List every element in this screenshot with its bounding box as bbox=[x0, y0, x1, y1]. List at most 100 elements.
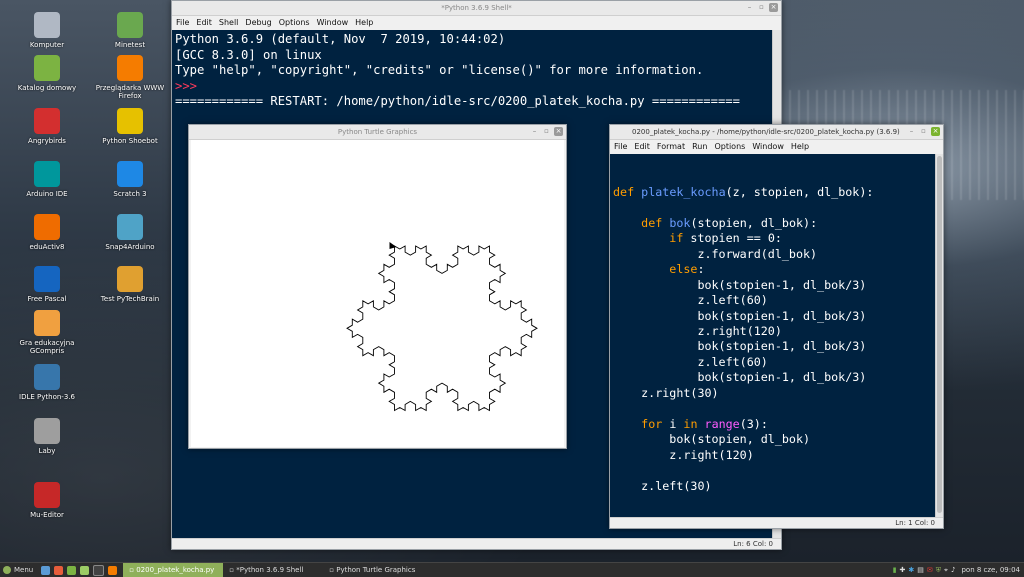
minimize-icon[interactable]: – bbox=[745, 3, 754, 12]
desktop-icon-label: Gra edukacyjna GCompris bbox=[19, 339, 75, 355]
menu-format[interactable]: Format bbox=[657, 140, 685, 154]
firefox-icon bbox=[117, 55, 143, 81]
desktop-icon-laby[interactable]: Laby bbox=[5, 418, 89, 455]
browser-launcher-icon[interactable] bbox=[54, 565, 64, 575]
menu-file[interactable]: File bbox=[176, 16, 189, 30]
printer-icon[interactable]: ▤ bbox=[917, 566, 924, 574]
shell-line-2: [GCC 8.3.0] on linux bbox=[175, 47, 322, 62]
task-button[interactable]: ▫ Python Turtle Graphics bbox=[323, 563, 423, 577]
desktop-icon-scratch[interactable]: Scratch 3 bbox=[88, 161, 172, 198]
files-launcher-icon[interactable] bbox=[41, 565, 51, 575]
close-icon[interactable]: × bbox=[769, 3, 778, 12]
turtle-canvas[interactable] bbox=[191, 140, 564, 447]
shell-line-1: Python 3.6.9 (default, Nov 7 2019, 10:44… bbox=[175, 32, 506, 46]
desktop-icon-snap4arduino[interactable]: Snap4Arduino bbox=[88, 214, 172, 251]
editor-title: 0200_platek_kocha.py - /home/python/idle… bbox=[632, 128, 900, 136]
idle-python-icon bbox=[34, 364, 60, 390]
desktop-icon-label: Mu-Editor bbox=[30, 511, 64, 519]
menu-run[interactable]: Run bbox=[692, 140, 707, 154]
location-icon[interactable]: ⌖ bbox=[944, 566, 948, 575]
terminal-launcher-icon[interactable] bbox=[67, 565, 77, 575]
desktop-icon-mu-editor[interactable]: Mu-Editor bbox=[5, 482, 89, 519]
task-button[interactable]: ▫ 0200_platek_kocha.py bbox=[123, 563, 224, 577]
desktop-icon-label: eduActiv8 bbox=[29, 243, 65, 251]
clock[interactable]: pon 8 cze, 09:04 bbox=[961, 566, 1020, 574]
desktop-icon-eduactiv8[interactable]: eduActiv8 bbox=[5, 214, 89, 251]
menu-shell[interactable]: Shell bbox=[219, 16, 239, 30]
task-button-label: Python Turtle Graphics bbox=[336, 566, 416, 574]
maximize-icon[interactable]: ▫ bbox=[542, 127, 551, 136]
network-icon[interactable]: ▮ bbox=[893, 566, 897, 574]
desktop-icon-label: IDLE Python-3.6 bbox=[19, 393, 75, 401]
desktop-icon-label: Katalog domowy bbox=[17, 84, 77, 92]
angrybirds-icon bbox=[34, 108, 60, 134]
mu-editor-icon bbox=[34, 482, 60, 508]
shell-status-text: Ln: 6 Col: 0 bbox=[733, 540, 773, 548]
task-button-label: 0200_platek_kocha.py bbox=[136, 566, 215, 574]
desktop-icon-label: Free Pascal bbox=[27, 295, 67, 303]
menu-window[interactable]: Window bbox=[317, 16, 349, 30]
menu-help[interactable]: Help bbox=[791, 140, 809, 154]
editor-scrollbar[interactable] bbox=[935, 154, 943, 517]
computer-icon bbox=[34, 12, 60, 38]
code-editor[interactable]: def platek_kocha(z, stopien, dl_bok): de… bbox=[610, 154, 936, 517]
desktop-icon-angrybirds[interactable]: Angrybirds bbox=[5, 108, 89, 145]
close-icon[interactable]: × bbox=[931, 127, 940, 136]
menu-file[interactable]: File bbox=[614, 140, 627, 154]
home-folder-icon bbox=[34, 55, 60, 81]
bluetooth-icon[interactable]: ✱ bbox=[908, 566, 914, 574]
minimize-icon[interactable]: – bbox=[907, 127, 916, 136]
menu-debug[interactable]: Debug bbox=[245, 16, 271, 30]
desktop-icon-label: Scratch 3 bbox=[113, 190, 147, 198]
maximize-icon[interactable]: ▫ bbox=[919, 127, 928, 136]
desktop-icon-idle-python[interactable]: IDLE Python-3.6 bbox=[5, 364, 89, 401]
shoebot-icon bbox=[117, 108, 143, 134]
close-icon[interactable]: × bbox=[554, 127, 563, 136]
desktop-icon-label: Przeglądarka WWW Firefox bbox=[95, 84, 165, 100]
menu-edit[interactable]: Edit bbox=[634, 140, 650, 154]
desktop-icon-firefox[interactable]: Przeglądarka WWW Firefox bbox=[88, 55, 172, 100]
desktop-icon-computer[interactable]: Komputer bbox=[5, 12, 89, 49]
shell-prompt: >>> bbox=[175, 78, 205, 93]
eduactiv8-icon bbox=[34, 214, 60, 240]
editor-launcher-icon[interactable] bbox=[93, 564, 105, 576]
volume-icon[interactable]: ♪ bbox=[951, 566, 955, 574]
menu-window[interactable]: Window bbox=[752, 140, 784, 154]
desktop-icon-freepascal[interactable]: Free Pascal bbox=[5, 266, 89, 303]
task-button[interactable]: ▫ *Python 3.6.9 Shell bbox=[223, 563, 323, 577]
folder-launcher-icon[interactable] bbox=[80, 565, 90, 575]
turtle-titlebar[interactable]: Python Turtle Graphics – ▫ × bbox=[189, 125, 566, 140]
shell-titlebar[interactable]: *Python 3.6.9 Shell* – ▫ × bbox=[172, 1, 781, 16]
desktop-icon-minetest[interactable]: Minetest bbox=[88, 12, 172, 49]
editor-window[interactable]: 0200_platek_kocha.py - /home/python/idle… bbox=[609, 124, 944, 529]
shell-line-3: Type "help", "copyright", "credits" or "… bbox=[175, 63, 704, 77]
start-menu-label: Menu bbox=[14, 566, 34, 574]
mint-logo-icon bbox=[3, 566, 11, 574]
desktop-icon-arduino[interactable]: Arduino IDE bbox=[5, 161, 89, 198]
gcompris-icon bbox=[34, 310, 60, 336]
menu-options[interactable]: Options bbox=[279, 16, 310, 30]
menu-help[interactable]: Help bbox=[355, 16, 373, 30]
maximize-icon[interactable]: ▫ bbox=[757, 3, 766, 12]
settings-icon[interactable]: ✚ bbox=[900, 566, 906, 574]
mail-icon[interactable]: ✉ bbox=[927, 566, 933, 574]
shell-menubar: File Edit Shell Debug Options Window Help bbox=[172, 16, 781, 31]
start-menu-button[interactable]: Menu bbox=[0, 563, 39, 577]
firefox-launcher-icon[interactable] bbox=[108, 565, 118, 575]
editor-scroll-thumb[interactable] bbox=[937, 156, 942, 513]
desktop-icon-gcompris[interactable]: Gra edukacyjna GCompris bbox=[5, 310, 89, 355]
desktop-icon-pytechbrain[interactable]: Test PyTechBrain bbox=[88, 266, 172, 303]
taskbar: Menu ▫ 0200_platek_kocha.py ▫ *Python 3.6… bbox=[0, 562, 1024, 577]
editor-titlebar[interactable]: 0200_platek_kocha.py - /home/python/idle… bbox=[610, 125, 943, 140]
task-button-label: *Python 3.6.9 Shell bbox=[236, 566, 304, 574]
desktop-icon-label: Minetest bbox=[114, 41, 146, 49]
menu-edit[interactable]: Edit bbox=[196, 16, 212, 30]
menu-options[interactable]: Options bbox=[714, 140, 745, 154]
desktop-icon-shoebot[interactable]: Python Shoebot bbox=[88, 108, 172, 145]
arduino-icon bbox=[34, 161, 60, 187]
update-icon[interactable]: ⛨ bbox=[936, 566, 941, 575]
minimize-icon[interactable]: – bbox=[530, 127, 539, 136]
turtle-graphics-window[interactable]: Python Turtle Graphics – ▫ × bbox=[188, 124, 567, 449]
desktop-icon-home-folder[interactable]: Katalog domowy bbox=[5, 55, 89, 92]
snowflake-path bbox=[346, 245, 538, 412]
